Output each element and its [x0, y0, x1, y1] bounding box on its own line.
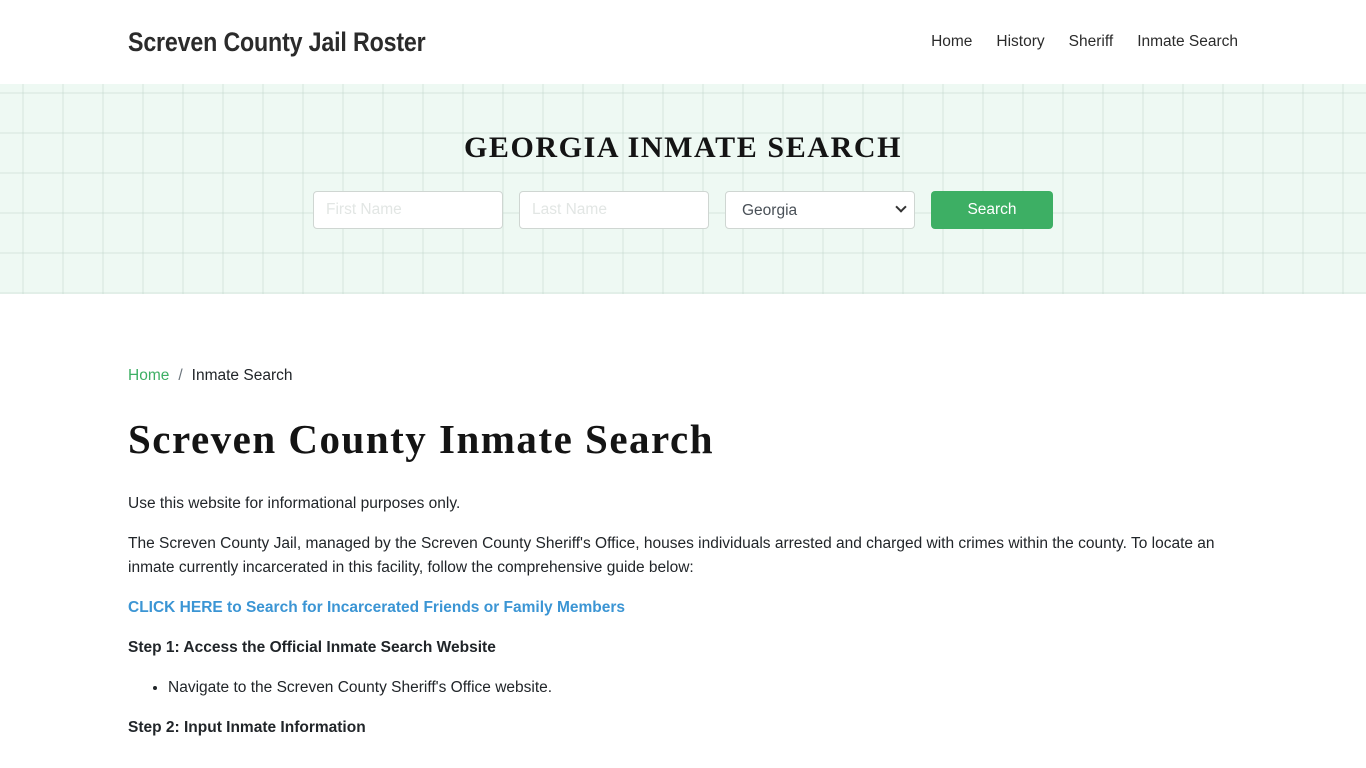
- first-name-input[interactable]: [313, 191, 503, 229]
- navbar: Screven County Jail Roster Home History …: [0, 0, 1366, 84]
- state-select-wrapper: Georgia: [725, 191, 915, 229]
- hero-title: GEORGIA INMATE SEARCH: [463, 131, 903, 164]
- main-content: Home / Inmate Search Screven County Inma…: [0, 294, 1366, 740]
- site-brand[interactable]: Screven County Jail Roster: [128, 27, 426, 58]
- description-text: The Screven County Jail, managed by the …: [128, 535, 1215, 577]
- page-title: Screven County Inmate Search: [128, 416, 714, 462]
- last-name-input[interactable]: [519, 191, 709, 229]
- state-select[interactable]: Georgia: [725, 191, 915, 229]
- nav-links: Home History Sheriff Inmate Search: [919, 33, 1238, 51]
- breadcrumb-separator: /: [178, 367, 183, 384]
- step-2-heading: Step 2: Input Inmate Information: [128, 719, 366, 737]
- breadcrumb-home-link[interactable]: Home: [128, 367, 169, 385]
- inmate-search-form: Georgia Search: [313, 191, 1053, 229]
- step-1-bullet: Navigate to the Screven County Sheriff's…: [168, 676, 1238, 700]
- nav-link-sheriff[interactable]: Sheriff: [1057, 33, 1126, 51]
- search-button[interactable]: Search: [931, 191, 1053, 229]
- hero-search-section: GEORGIA INMATE SEARCH Georgia Search: [0, 84, 1366, 294]
- nav-link-home[interactable]: Home: [919, 33, 984, 51]
- search-cta-link[interactable]: CLICK HERE to Search for Incarcerated Fr…: [128, 596, 625, 620]
- breadcrumb-current: Inmate Search: [191, 367, 293, 384]
- nav-link-inmate-search[interactable]: Inmate Search: [1125, 33, 1238, 51]
- intro-text: Use this website for informational purpo…: [128, 495, 461, 513]
- step-1-heading: Step 1: Access the Official Inmate Searc…: [128, 639, 496, 657]
- nav-link-history[interactable]: History: [984, 33, 1056, 51]
- breadcrumb: Home / Inmate Search: [128, 367, 1238, 385]
- step-1-list: Navigate to the Screven County Sheriff's…: [128, 676, 1238, 700]
